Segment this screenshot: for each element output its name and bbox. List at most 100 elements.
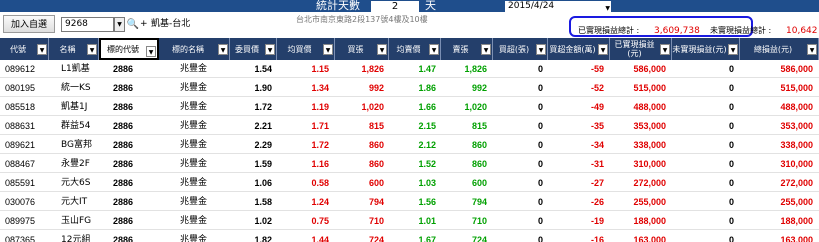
- underlying-code: 2886: [113, 159, 134, 169]
- cell-avgsell: 1.67: [418, 235, 436, 242]
- days-input[interactable]: 2: [371, 1, 419, 12]
- column-header[interactable]: 已實現損益(元) ▼: [610, 38, 672, 60]
- column-header[interactable]: 均賣價 ▼: [389, 38, 441, 60]
- broker-name: 凱基-台北: [151, 19, 191, 29]
- cell-sell: 992: [471, 83, 487, 93]
- table-row[interactable]: 085518 凱基1J 2886 兆豐金 1.72 1.19 1,020 1.66 1,020 0…: [0, 98, 819, 116]
- filter-dropdown-icon[interactable]: ▼: [377, 44, 387, 55]
- column-header[interactable]: 均買價 ▼: [277, 38, 335, 60]
- chevron-down-icon[interactable]: ▼: [114, 17, 125, 32]
- table-row[interactable]: 089612 L1凱基 2886 兆豐金 1.54 1.15 1,826 1.47 1,826 0…: [0, 60, 819, 78]
- filter-dropdown-icon[interactable]: ▼: [323, 44, 333, 55]
- cell-sell: 710: [471, 216, 487, 226]
- cell-avgbuy: 1.72: [311, 140, 329, 150]
- filter-dropdown-icon[interactable]: ▼: [481, 44, 491, 55]
- cell-unreal: 0: [728, 178, 734, 188]
- cell-buy: 724: [368, 235, 384, 242]
- column-header[interactable]: 標的名稱 ▼: [159, 38, 230, 60]
- cell-realized: 255,000: [633, 197, 666, 207]
- column-header[interactable]: 代號 ▼: [0, 38, 49, 60]
- warrant-code: 085591: [5, 178, 36, 188]
- table-row[interactable]: 088467 永豐2F 2886 兆豐金 1.59 1.16 860 1.52 860 0 -31 3…: [0, 155, 819, 173]
- column-header[interactable]: 名稱 ▼: [49, 38, 99, 60]
- table-row[interactable]: 088631 群益54 2886 兆豐金 2.21 1.71 815 2.15 815 0 -35 3…: [0, 117, 819, 135]
- underlying-name: 兆豐金: [180, 83, 208, 93]
- realized-total: 3,609,738: [654, 26, 700, 36]
- column-header[interactable]: 總損益(元) ▼: [740, 38, 819, 60]
- warrant-name: 12元組: [61, 235, 91, 242]
- cell-realized: 163,000: [633, 235, 666, 242]
- filter-dropdown-icon[interactable]: ▼: [146, 46, 156, 57]
- underlying-name: 兆豐金: [180, 102, 208, 112]
- column-header[interactable]: 未實現損益(元) ▼: [672, 38, 740, 60]
- warrant-name: 統一KS: [61, 83, 91, 93]
- underlying-code: 2886: [113, 216, 134, 226]
- cell-realized: 515,000: [633, 83, 666, 93]
- cell-buy: 600: [368, 178, 384, 188]
- cell-buy: 794: [368, 197, 384, 207]
- filter-dropdown-icon[interactable]: ▼: [598, 44, 608, 55]
- cell-avgbuy: 1.16: [311, 159, 329, 169]
- column-header[interactable]: 買超金額(萬) ▼: [548, 38, 610, 60]
- filter-dropdown-icon[interactable]: ▼: [429, 44, 439, 55]
- cell-sell: 724: [471, 235, 487, 242]
- filter-dropdown-icon[interactable]: ▼: [87, 44, 97, 55]
- filter-dropdown-icon[interactable]: ▼: [807, 44, 817, 55]
- cell-bid: 1.90: [254, 83, 272, 93]
- column-header[interactable]: 標的代號 ▼: [99, 38, 159, 60]
- table-header: 代號 ▼ 名稱 ▼ 標的代號 ▼ 標的名稱 ▼ 委買價 ▼ 均買價 ▼ 買張 ▼ 均賣價 ▼ 賣張 ▼ 買超(張) ▼…: [0, 38, 819, 60]
- search-icon[interactable]: 🔍: [126, 17, 140, 32]
- days-label: 統計天數: [316, 0, 360, 12]
- column-header-label: 賣張: [452, 44, 469, 54]
- cell-bid: 1.58: [254, 197, 272, 207]
- cell-sell: 600: [471, 178, 487, 188]
- cell-avgbuy: 1.71: [311, 121, 329, 131]
- cell-realized: 488,000: [633, 102, 666, 112]
- column-header[interactable]: 委買價 ▼: [230, 38, 277, 60]
- cell-avgsell: 1.47: [418, 64, 436, 74]
- table-row[interactable]: 080195 統一KS 2886 兆豐金 1.90 1.34 992 1.86 992 0 -52 5…: [0, 79, 819, 97]
- table-row[interactable]: 030076 元大IT 2886 兆豐金 1.58 1.24 794 1.56 794 0 -26 2…: [0, 193, 819, 211]
- column-header[interactable]: 買張 ▼: [335, 38, 389, 60]
- cell-bid: 2.29: [254, 140, 272, 150]
- cell-avgbuy: 0.58: [311, 178, 329, 188]
- cell-sell: 794: [471, 197, 487, 207]
- cell-unreal: 0: [728, 64, 734, 74]
- cell-net: 0: [537, 197, 543, 207]
- table-row[interactable]: 089621 BG富邦 2886 兆豐金 2.29 1.72 860 2.12 860 0 -34 3…: [0, 136, 819, 154]
- cell-buy: 1,020: [361, 102, 384, 112]
- column-header[interactable]: 賣張 ▼: [441, 38, 493, 60]
- table-row[interactable]: 085591 元大6S 2886 兆豐金 1.06 0.58 600 1.03 600 0 -27 2…: [0, 174, 819, 192]
- column-header-label: 均賣價: [396, 44, 421, 54]
- cell-sell: 1,020: [464, 102, 487, 112]
- cell-buy: 815: [368, 121, 384, 131]
- cell-sell: 815: [471, 121, 487, 131]
- cell-net: 0: [537, 83, 543, 93]
- column-header[interactable]: 買超(張) ▼: [493, 38, 548, 60]
- date-select[interactable]: 2015/4/24 ▼: [505, 1, 611, 12]
- cell-netamt: -19: [590, 216, 604, 226]
- filter-dropdown-icon[interactable]: ▼: [218, 44, 228, 55]
- filter-dropdown-icon[interactable]: ▼: [37, 44, 47, 55]
- add-watchlist-button[interactable]: 加入自選: [3, 15, 55, 33]
- plus-icon[interactable]: +: [140, 17, 148, 32]
- warrant-code: 088631: [5, 121, 36, 131]
- filter-dropdown-icon[interactable]: ▼: [728, 44, 738, 55]
- underlying-code: 2886: [113, 197, 134, 207]
- realized-label: 已實現損益總計 :: [578, 26, 640, 35]
- cell-net: 0: [537, 235, 543, 242]
- table-row[interactable]: 087365 12元組 2886 兆豐金 1.82 1.44 724 1.67 724 0 -16 1…: [0, 231, 819, 242]
- cell-netamt: -52: [590, 83, 604, 93]
- warrant-code: 030076: [5, 197, 36, 207]
- broker-code-input[interactable]: 9268: [61, 17, 114, 32]
- filter-dropdown-icon[interactable]: ▼: [660, 44, 670, 55]
- cell-buy: 710: [368, 216, 384, 226]
- filter-dropdown-icon[interactable]: ▼: [265, 44, 275, 55]
- column-header-label: 買張: [347, 44, 364, 54]
- cell-avgsell: 1.56: [418, 197, 436, 207]
- cell-avgbuy: 1.15: [311, 64, 329, 74]
- cell-avgsell: 1.01: [418, 216, 436, 226]
- filter-dropdown-icon[interactable]: ▼: [536, 44, 546, 55]
- table-row[interactable]: 089975 玉山FG 2886 兆豐金 1.02 0.75 710 1.01 710 0 -19 1…: [0, 212, 819, 230]
- cell-total: 338,000: [780, 140, 813, 150]
